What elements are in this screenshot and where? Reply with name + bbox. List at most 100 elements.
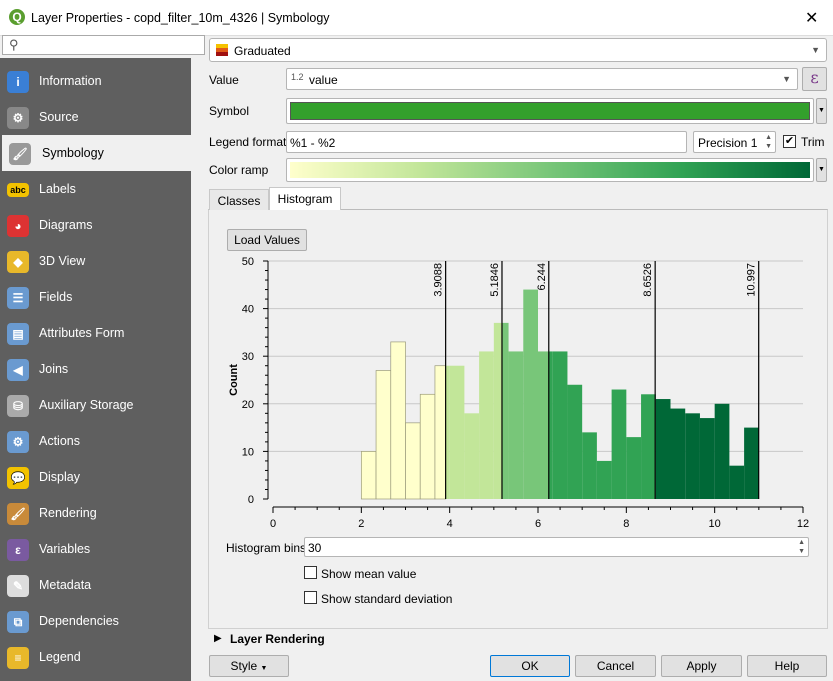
histogram-bar (729, 465, 745, 499)
sidebar-item-label: Source (39, 110, 79, 124)
show-mean-checkbox[interactable] (304, 566, 317, 579)
class-break-label: 10.997 (746, 263, 758, 297)
histogram-bar (523, 289, 538, 499)
histogram-chart: 0 10 20 30 40 50 Count 0 2 4 6 8 10 12 3.9088 5.1846 6.2… (228, 256, 809, 530)
sidebar-item-labels[interactable]: abc Labels (0, 171, 191, 207)
precision-spinbox[interactable]: Precision 1 ▲ ▼ (693, 131, 776, 153)
sidebar-item-3d-view[interactable]: ◆ 3D View (0, 243, 191, 279)
value-field[interactable]: 1.2 value ▼ (286, 68, 798, 90)
trim-checkbox[interactable]: ✔ (783, 135, 796, 148)
show-std-checkbox[interactable] (304, 591, 317, 604)
histogram-bar (419, 393, 436, 500)
sidebar-item-legend[interactable]: ≡ Legend (0, 639, 191, 675)
graduated-icon (216, 44, 228, 56)
sidebar-item-joins[interactable]: ◀ Joins (0, 351, 191, 387)
fields-icon: ☰ (7, 287, 29, 309)
y-tick-label: 20 (242, 399, 254, 411)
layer-rendering-section[interactable]: Layer Rendering (230, 632, 325, 646)
ok-button[interactable]: OK (490, 655, 570, 677)
histogram-bins-spinbox[interactable]: 30 ▲ ▼ (304, 537, 809, 557)
histogram-bar (501, 322, 509, 499)
sidebar-item-diagrams[interactable]: ◕ Diagrams (0, 207, 191, 243)
histogram-bar (596, 460, 612, 499)
histogram-bar (670, 408, 686, 499)
tab-classes[interactable]: Classes (209, 189, 269, 210)
class-break-label: 6.244 (536, 263, 548, 291)
legend-format-value: %1 - %2 (290, 136, 336, 150)
histogram-bins-label: Histogram bins (226, 541, 307, 555)
labels-icon: abc (7, 183, 29, 197)
window-title: Layer Properties - copd_filter_10m_4326 … (31, 11, 330, 25)
spin-arrows-icon: ▲ ▼ (798, 539, 805, 555)
expression-button[interactable]: ε (802, 67, 827, 91)
help-button[interactable]: Help (747, 655, 827, 677)
sidebar-item-label: Rendering (39, 506, 97, 520)
sidebar-item-actions[interactable]: ⚙ Actions (0, 423, 191, 459)
y-tick-label: 30 (242, 351, 254, 363)
symbol-dropdown[interactable]: ▼ (816, 98, 827, 124)
x-tick-label: 4 (447, 518, 453, 530)
rendering-icon: 🖌 (7, 503, 29, 525)
histogram-bar (538, 351, 549, 499)
sidebar-item-source[interactable]: ⚙ Source (0, 99, 191, 135)
sidebar-item-label: Information (39, 74, 102, 88)
apply-button[interactable]: Apply (661, 655, 742, 677)
color-ramp-dropdown[interactable]: ▼ (816, 158, 827, 182)
title-bar: Q Layer Properties - copd_filter_10m_432… (0, 0, 833, 36)
renderer-label: Graduated (234, 44, 291, 58)
sidebar-item-fields[interactable]: ☰ Fields (0, 279, 191, 315)
sidebar-item-label: Actions (39, 434, 80, 448)
sidebar-item-information[interactable]: i Information (0, 63, 191, 99)
sidebar-item-attributes-form[interactable]: ▤ Attributes Form (0, 315, 191, 351)
sidebar-item-auxiliary-storage[interactable]: ⛁ Auxiliary Storage (0, 387, 191, 423)
metadata-icon: ✎ (7, 575, 29, 597)
sidebar-item-metadata[interactable]: ✎ Metadata (0, 567, 191, 603)
symbol-swatch (290, 102, 810, 120)
x-tick-label: 8 (623, 518, 629, 530)
sidebar-item-label: Dependencies (39, 614, 119, 628)
histogram-bar (508, 351, 524, 499)
sidebar-item-variables[interactable]: ε Variables (0, 531, 191, 567)
sidebar-item-label: Fields (39, 290, 73, 304)
sidebar-item-label: Symbology (42, 146, 104, 160)
sidebar-item-symbology[interactable]: 🖌 Symbology (2, 135, 193, 171)
actions-icon: ⚙ (7, 431, 29, 453)
cancel-button[interactable]: Cancel (575, 655, 656, 677)
value-text: value (309, 73, 338, 87)
histogram-bar (744, 427, 759, 499)
histogram-bar (493, 322, 502, 499)
style-button[interactable]: Style ▼ (209, 655, 289, 677)
histogram-bar (626, 437, 642, 499)
x-tick-label: 2 (358, 518, 364, 530)
sidebar-item-label: Metadata (39, 578, 92, 592)
sidebar-item-label: Auxiliary Storage (39, 398, 134, 412)
chevron-down-icon: ▼ (260, 665, 268, 672)
trim-label: Trim (801, 135, 825, 149)
sidebar-item-label: Attributes Form (39, 326, 125, 340)
sidebar-item-label: Diagrams (39, 218, 93, 232)
color-ramp-button[interactable] (286, 158, 814, 182)
sidebar-item-rendering[interactable]: 🖌 Rendering (0, 495, 191, 531)
chevron-down-icon: ▼ (811, 45, 820, 55)
histogram-bar (641, 394, 656, 499)
close-icon[interactable]: ✕ (805, 8, 818, 28)
legend-icon: ≡ (7, 647, 29, 669)
histogram-bar (582, 432, 597, 499)
symbol-button[interactable] (286, 98, 814, 124)
renderer-select[interactable]: Graduated ▼ (209, 38, 827, 62)
expand-arrow-icon[interactable]: ▶ (214, 633, 222, 644)
histogram-bar (552, 351, 568, 499)
search-input[interactable]: ⚲ (2, 35, 205, 55)
diagrams-icon: ◕ (7, 215, 29, 237)
histogram-bar (655, 399, 671, 499)
x-tick-label: 12 (797, 518, 809, 530)
sidebar-item-dependencies[interactable]: ⧉ Dependencies (0, 603, 191, 639)
histogram-bar (464, 413, 480, 499)
legend-format-label: Legend format (209, 135, 287, 149)
sidebar-item-display[interactable]: 💬 Display (0, 459, 191, 495)
precision-value: Precision 1 (698, 136, 758, 150)
sidebar-item-label: 3D View (39, 254, 86, 268)
tab-histogram[interactable]: Histogram (269, 187, 341, 210)
legend-format-input[interactable]: %1 - %2 (286, 131, 687, 153)
numeric-field-icon: 1.2 (291, 72, 304, 82)
